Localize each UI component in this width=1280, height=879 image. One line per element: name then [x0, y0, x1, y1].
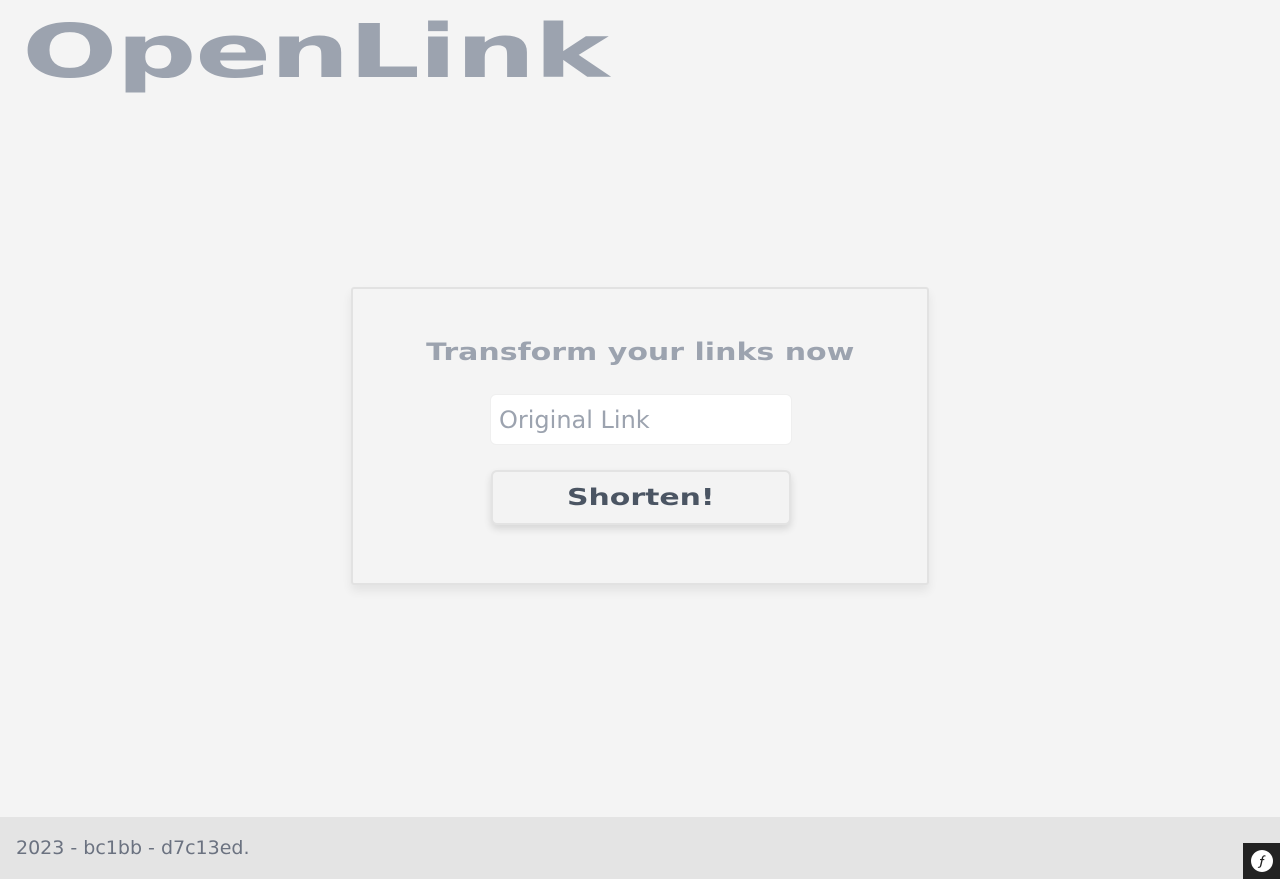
original-link-input[interactable]	[490, 394, 792, 445]
footer: 2023 - bc1bb - d7c13ed.	[0, 817, 1280, 879]
footer-version-text: 2023 - bc1bb - d7c13ed.	[16, 837, 250, 859]
symfony-debug-toolbar-toggle[interactable]	[1243, 843, 1280, 879]
symfony-icon	[1250, 850, 1273, 872]
form-title: Transform your links now	[425, 338, 855, 366]
shorten-button[interactable]: Shorten!	[491, 470, 791, 525]
shorten-form-card: Transform your links now Shorten!	[351, 287, 929, 585]
page: OpenLink Transform your links now Shorte…	[0, 0, 1280, 879]
app-logo[interactable]: OpenLink	[22, 12, 609, 92]
